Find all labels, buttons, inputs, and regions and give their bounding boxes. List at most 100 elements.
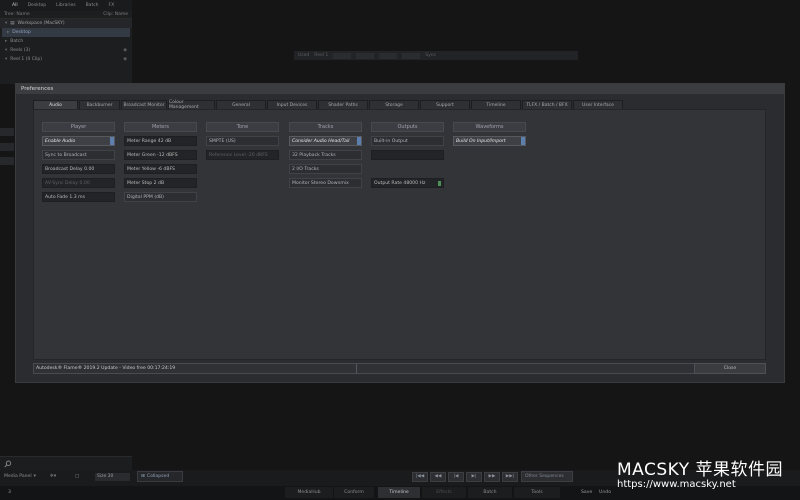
playback-tracks-dropdown[interactable]: 32 Playback Tracks (289, 150, 362, 160)
step-forward-icon[interactable]: ▶| (466, 471, 482, 482)
tab-tlfx-batch-bfx[interactable]: TLFX / Batch / BFX (522, 100, 572, 109)
digital-ppm-dropdown[interactable]: Digital PPM (dB) (124, 192, 197, 202)
tab-mediahub[interactable]: MediaHub (285, 487, 333, 498)
tab-audio[interactable]: Audio (33, 100, 78, 109)
gear-icon[interactable]: ✲▾ (50, 474, 56, 479)
toggle-indicator (521, 137, 525, 145)
tab-support[interactable]: Support (420, 100, 470, 109)
workspace-icon: ▤ (10, 21, 15, 26)
dialog-title: Preferences (16, 84, 784, 94)
tree-item-desktop[interactable]: ▸ Desktop (2, 28, 130, 37)
auto-fade-slider[interactable]: Auto Fade 1.3 ms (42, 192, 115, 202)
viewer-toolbar-button[interactable] (402, 52, 421, 59)
output-device-dropdown[interactable]: Built-in Output (371, 136, 444, 146)
expand-arrow-icon[interactable]: ▾ (5, 57, 7, 62)
enable-audio-toggle[interactable]: Enable Audio (42, 136, 115, 146)
viewer-toolbar-button[interactable] (379, 52, 398, 59)
tab-colour-management[interactable]: Colour Management (168, 100, 215, 110)
library-tab-libraries[interactable]: Libraries (52, 2, 79, 9)
rewind-icon[interactable]: ◀◀ (430, 471, 446, 482)
meter-yellow-slider[interactable]: Meter Yellow -6 dBFS (124, 164, 197, 174)
build-on-input-toggle[interactable]: Build On Input/Import (453, 136, 526, 146)
tab-storage[interactable]: Storage (369, 100, 419, 109)
tab-shader-paths[interactable]: Shader Paths (318, 100, 368, 109)
other-sequences-button[interactable]: Other Sequences (521, 471, 573, 482)
workspace-row[interactable]: ▾ ▤ Workspace (MacSKY) (0, 19, 132, 28)
close-button[interactable]: Close (694, 363, 766, 374)
expand-arrow-icon[interactable]: ▾ (5, 48, 7, 53)
slider-marker (180, 173, 181, 174)
tab-tools[interactable]: Tools (514, 487, 560, 498)
meter-range-slider[interactable]: Meter Range 42 dB (124, 136, 197, 146)
tab-user-interface[interactable]: User Interface (573, 100, 623, 109)
tab-backburner[interactable]: Backburner (79, 100, 120, 109)
output-empty-field[interactable] (371, 150, 444, 160)
audio-settings-panel: Player Enable Audio Sync to Broadcast Br… (33, 109, 766, 360)
size-field[interactable]: Size 30 (95, 473, 130, 481)
go-to-end-icon[interactable]: ▶▶| (502, 471, 518, 482)
library-tab-all[interactable]: All (8, 2, 22, 9)
tone-standard-dropdown[interactable]: SMPTE (US) (206, 136, 279, 146)
player-header: Player (42, 122, 115, 132)
viewer-toolbar-button[interactable] (356, 52, 375, 59)
av-sync-delay-slider[interactable]: AV-Sync Delay 0.00 (42, 178, 115, 188)
meter-stop-slider[interactable]: Meter Stop 2 dB (124, 178, 197, 188)
expand-arrow-icon[interactable]: ▸ (7, 30, 9, 35)
sync-label[interactable]: Sync (425, 53, 436, 58)
reference-level-slider[interactable]: Reference Level -20 dBFS (206, 150, 279, 160)
meter-green-label: Meter Green -12 dBFS (127, 152, 178, 158)
side-stub-control[interactable] (0, 143, 14, 151)
go-to-start-icon[interactable]: |◀◀ (412, 471, 428, 482)
io-tracks-dropdown[interactable]: 2 I/O Tracks (289, 164, 362, 174)
expand-arrow-icon[interactable]: ▸ (5, 39, 7, 44)
workspace-label: Workspace (MacSKY) (17, 21, 65, 26)
tab-batch[interactable]: Batch (468, 487, 512, 498)
meter-range-label: Meter Range 42 dB (127, 138, 172, 144)
meters-section: Meters Meter Range 42 dB Meter Green -12… (124, 122, 197, 206)
viewer-toolbar-button[interactable] (333, 52, 352, 59)
library-tab-batch[interactable]: Batch (82, 2, 103, 9)
tree-item-batch[interactable]: ▸ Batch (0, 37, 132, 46)
clip-sort-label[interactable]: Clip: Name (103, 12, 128, 17)
collapsed-toggle[interactable]: ⊞ Collapsed (137, 471, 183, 482)
media-panel-menu[interactable]: Media Panel ▾ (4, 474, 36, 479)
library-tab-fx[interactable]: FX (105, 2, 119, 9)
tab-effects[interactable]: Effects (422, 487, 466, 498)
side-stub-control[interactable] (0, 128, 14, 136)
eye-icon[interactable]: ◉ (123, 57, 127, 62)
search-icon[interactable] (4, 460, 12, 468)
save-button[interactable]: Save (581, 490, 592, 495)
expand-arrow-icon[interactable]: ▾ (5, 21, 7, 26)
broadcast-delay-slider[interactable]: Broadcast Delay 0.00 (42, 164, 115, 174)
av-sync-delay-label: AV-Sync Delay 0.00 (45, 180, 90, 186)
tab-timeline[interactable]: Timeline (471, 100, 521, 109)
tree-item-reel-1[interactable]: ▾ Reel 1 (0 Clip) ◉ (0, 55, 132, 64)
square-icon[interactable]: □ (75, 474, 79, 479)
step-back-icon[interactable]: |◀ (448, 471, 464, 482)
version-info: Autodesk® Flame® 2019.2 Update - Video f… (36, 366, 176, 371)
tab-broadcast-monitor[interactable]: Broadcast Monitor (121, 100, 167, 109)
tab-conform[interactable]: Conform (334, 487, 374, 498)
side-stub-control[interactable] (0, 157, 14, 165)
tab-general[interactable]: General (216, 100, 266, 109)
undo-button[interactable]: Undo (599, 490, 611, 495)
tab-input-devices[interactable]: Input Devices (267, 100, 317, 109)
meter-green-slider[interactable]: Meter Green -12 dBFS (124, 150, 197, 160)
reel-selector[interactable]: Reel 1 (314, 53, 328, 58)
auto-fade-label: Auto Fade 1.3 ms (45, 194, 85, 200)
fast-forward-icon[interactable]: ▶▶ (484, 471, 500, 482)
watermark-url: https://www.macsky.net (617, 479, 736, 490)
tree-sort-label[interactable]: Tree: Name (4, 12, 30, 17)
status-info-bar: Autodesk® Flame® 2019.2 Update - Video f… (33, 363, 699, 374)
tracks-header: Tracks (289, 122, 362, 132)
library-tab-desktop[interactable]: Desktop (24, 2, 51, 9)
slider-marker (78, 187, 79, 188)
tree-item-reels[interactable]: ▾ Reels (3) ◉ (0, 46, 132, 55)
sync-to-broadcast-button[interactable]: Sync to Broadcast (42, 150, 115, 160)
monitor-stereo-downmix-button[interactable]: Monitor Stereo Downmix (289, 178, 362, 188)
build-on-input-label: Build On Input/Import (456, 138, 506, 144)
eye-icon[interactable]: ◉ (123, 48, 127, 53)
tab-timeline-main[interactable]: Timeline (378, 487, 420, 498)
consider-audio-head-tail-toggle[interactable]: Consider Audio Head/Tail (289, 136, 362, 146)
output-rate-dropdown[interactable]: Output Rate 48000 Hz (371, 178, 444, 188)
